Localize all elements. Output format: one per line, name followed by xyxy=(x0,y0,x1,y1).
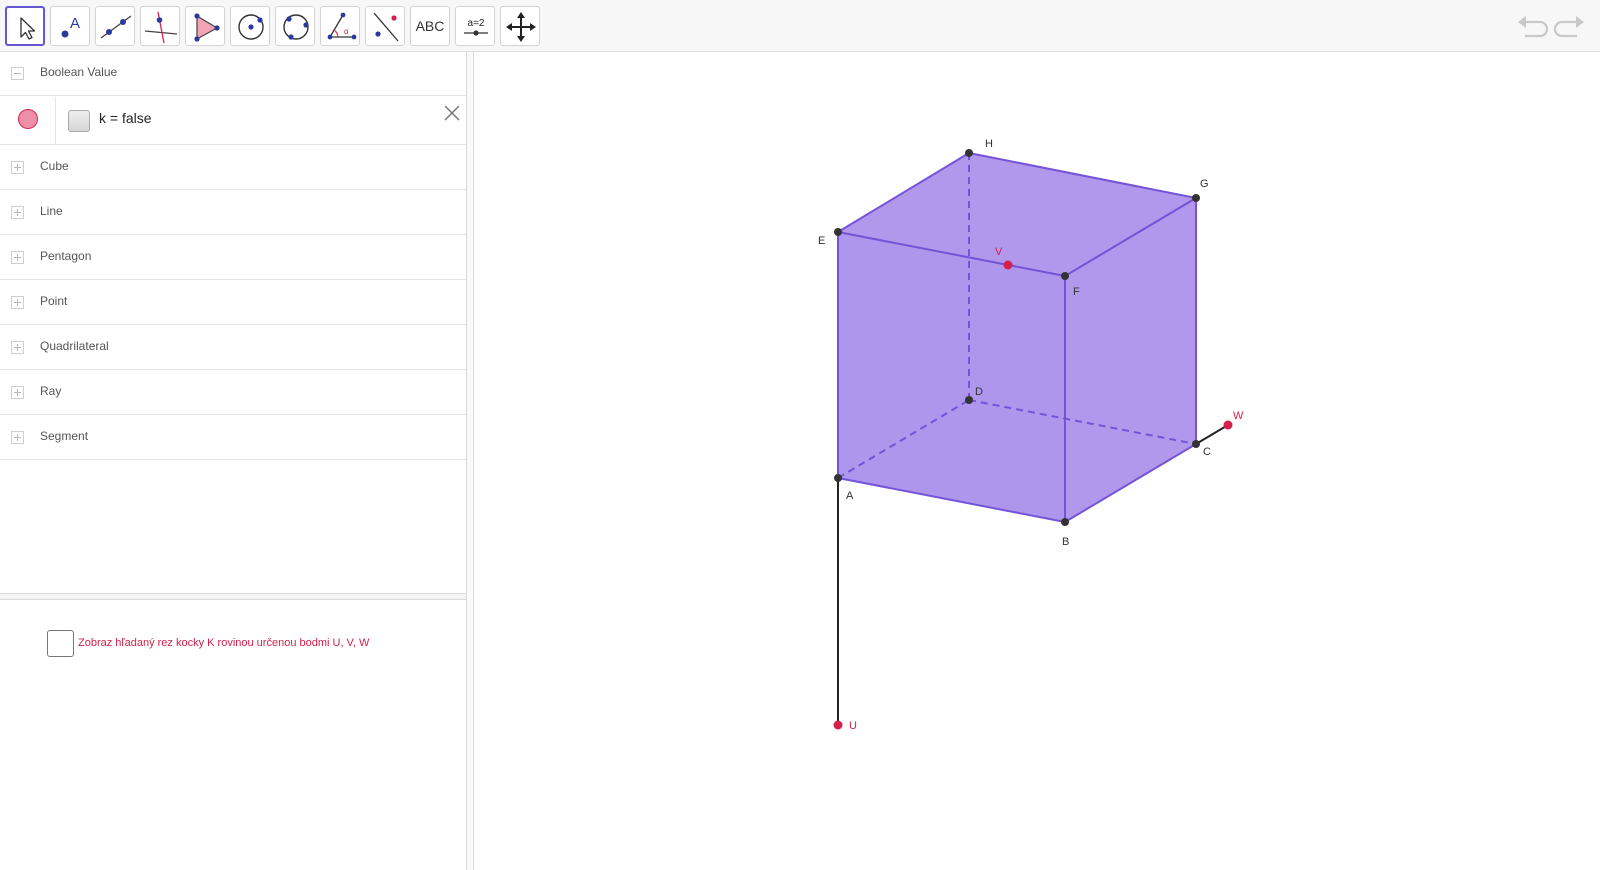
label-E: E xyxy=(818,235,825,247)
line-icon xyxy=(100,15,132,39)
algebra-view: Boolean Value k = false Cube Line Pentag… xyxy=(0,52,466,870)
move-graphics-icon xyxy=(506,12,536,42)
point-W[interactable] xyxy=(1223,420,1233,430)
cursor-arrow-icon xyxy=(20,17,36,40)
group-label: Point xyxy=(40,294,68,308)
label-C: C xyxy=(1203,446,1211,458)
point-G[interactable] xyxy=(1192,194,1200,202)
tool-polygon[interactable] xyxy=(185,6,225,46)
perpendicular-line-icon xyxy=(144,11,178,44)
label-V: V xyxy=(995,246,1003,258)
tool-text-label: ABC xyxy=(415,18,445,34)
label-F: F xyxy=(1073,286,1080,298)
label-H: H xyxy=(985,138,993,150)
show-section-label[interactable]: Zobraz hľadaný rez kocky K rovinou určen… xyxy=(78,637,369,649)
label-A: A xyxy=(846,490,854,502)
expand-icon[interactable] xyxy=(11,431,24,444)
graphics-canvas[interactable]: A B C D E F G H U V W xyxy=(474,52,1600,870)
collapse-icon[interactable] xyxy=(11,67,24,80)
tool-reflect[interactable] xyxy=(365,6,405,46)
tool-move[interactable] xyxy=(5,6,45,46)
group-pentagon[interactable]: Pentagon xyxy=(0,236,466,280)
label-U: U xyxy=(849,720,857,732)
angle-icon: α xyxy=(327,12,357,40)
group-label: Pentagon xyxy=(40,249,92,263)
reflect-line-icon xyxy=(373,12,399,42)
toolbar: A α ABC a=2 xyxy=(0,0,1600,52)
label-G: G xyxy=(1200,178,1209,190)
group-segment[interactable]: Segment xyxy=(0,416,466,460)
tool-move-graphics[interactable] xyxy=(500,6,540,46)
point-icon: A xyxy=(61,15,80,38)
group-cube[interactable]: Cube xyxy=(0,146,466,190)
slider-icon: a=2 xyxy=(464,18,488,36)
point-U[interactable] xyxy=(833,720,843,730)
tool-line[interactable] xyxy=(95,6,135,46)
tool-slider-label: a=2 xyxy=(468,18,485,29)
tool-point[interactable]: A xyxy=(50,6,90,46)
circle-center-point-icon xyxy=(238,14,264,40)
face-front xyxy=(838,232,1065,522)
view-splitter[interactable] xyxy=(466,52,474,870)
tool-circle[interactable] xyxy=(230,6,270,46)
tool-circle-three-points[interactable] xyxy=(275,6,315,46)
point-D[interactable] xyxy=(965,396,973,404)
point-V[interactable] xyxy=(1003,260,1013,270)
tool-slider[interactable]: a=2 xyxy=(455,6,495,46)
boolean-checkbox[interactable] xyxy=(68,110,90,132)
svg-text:A: A xyxy=(70,15,80,32)
segment-CW xyxy=(1195,424,1229,445)
tool-text[interactable]: ABC xyxy=(410,6,450,46)
expand-icon[interactable] xyxy=(11,386,24,399)
circle-three-points-icon xyxy=(283,14,309,40)
group-label: Segment xyxy=(40,429,89,443)
tool-angle[interactable]: α xyxy=(320,6,360,46)
group-label: Boolean Value xyxy=(40,65,118,79)
expand-icon[interactable] xyxy=(11,161,24,174)
marble-cell xyxy=(0,97,56,144)
geogebra-app: A α ABC a=2 Boolean Value k = false Cube… xyxy=(0,0,1600,870)
expand-icon[interactable] xyxy=(11,296,24,309)
group-line[interactable]: Line xyxy=(0,191,466,235)
svg-text:α: α xyxy=(344,27,349,36)
graphics-view[interactable]: A B C D E F G H U V W xyxy=(474,52,1600,870)
point-B[interactable] xyxy=(1061,518,1069,526)
visibility-marble-icon[interactable] xyxy=(18,109,38,129)
label-D: D xyxy=(975,386,983,398)
label-B: B xyxy=(1062,536,1069,548)
redo-icon[interactable] xyxy=(1554,12,1586,40)
group-label: Ray xyxy=(40,384,62,398)
tool-perpendicular[interactable] xyxy=(140,6,180,46)
label-W: W xyxy=(1233,410,1244,422)
undo-icon[interactable] xyxy=(1516,12,1548,40)
expand-icon[interactable] xyxy=(11,206,24,219)
point-H[interactable] xyxy=(965,149,973,157)
group-boolean-value[interactable]: Boolean Value xyxy=(0,52,466,96)
point-F[interactable] xyxy=(1061,272,1069,280)
close-icon[interactable] xyxy=(442,103,462,123)
point-E[interactable] xyxy=(834,228,842,236)
expand-icon[interactable] xyxy=(11,341,24,354)
point-A[interactable] xyxy=(834,474,842,482)
group-label: Line xyxy=(40,204,63,218)
show-section-checkbox[interactable] xyxy=(47,630,74,657)
panel-divider[interactable] xyxy=(0,593,466,600)
group-point[interactable]: Point xyxy=(0,281,466,325)
algebra-item-k[interactable]: k = false xyxy=(0,97,466,145)
group-ray[interactable]: Ray xyxy=(0,371,466,415)
polygon-icon xyxy=(194,13,220,42)
group-label: Quadrilateral xyxy=(40,339,109,353)
group-quadrilateral[interactable]: Quadrilateral xyxy=(0,326,466,370)
point-C[interactable] xyxy=(1192,440,1200,448)
expand-icon[interactable] xyxy=(11,251,24,264)
algebra-expression: k = false xyxy=(99,110,152,126)
group-label: Cube xyxy=(40,159,69,173)
